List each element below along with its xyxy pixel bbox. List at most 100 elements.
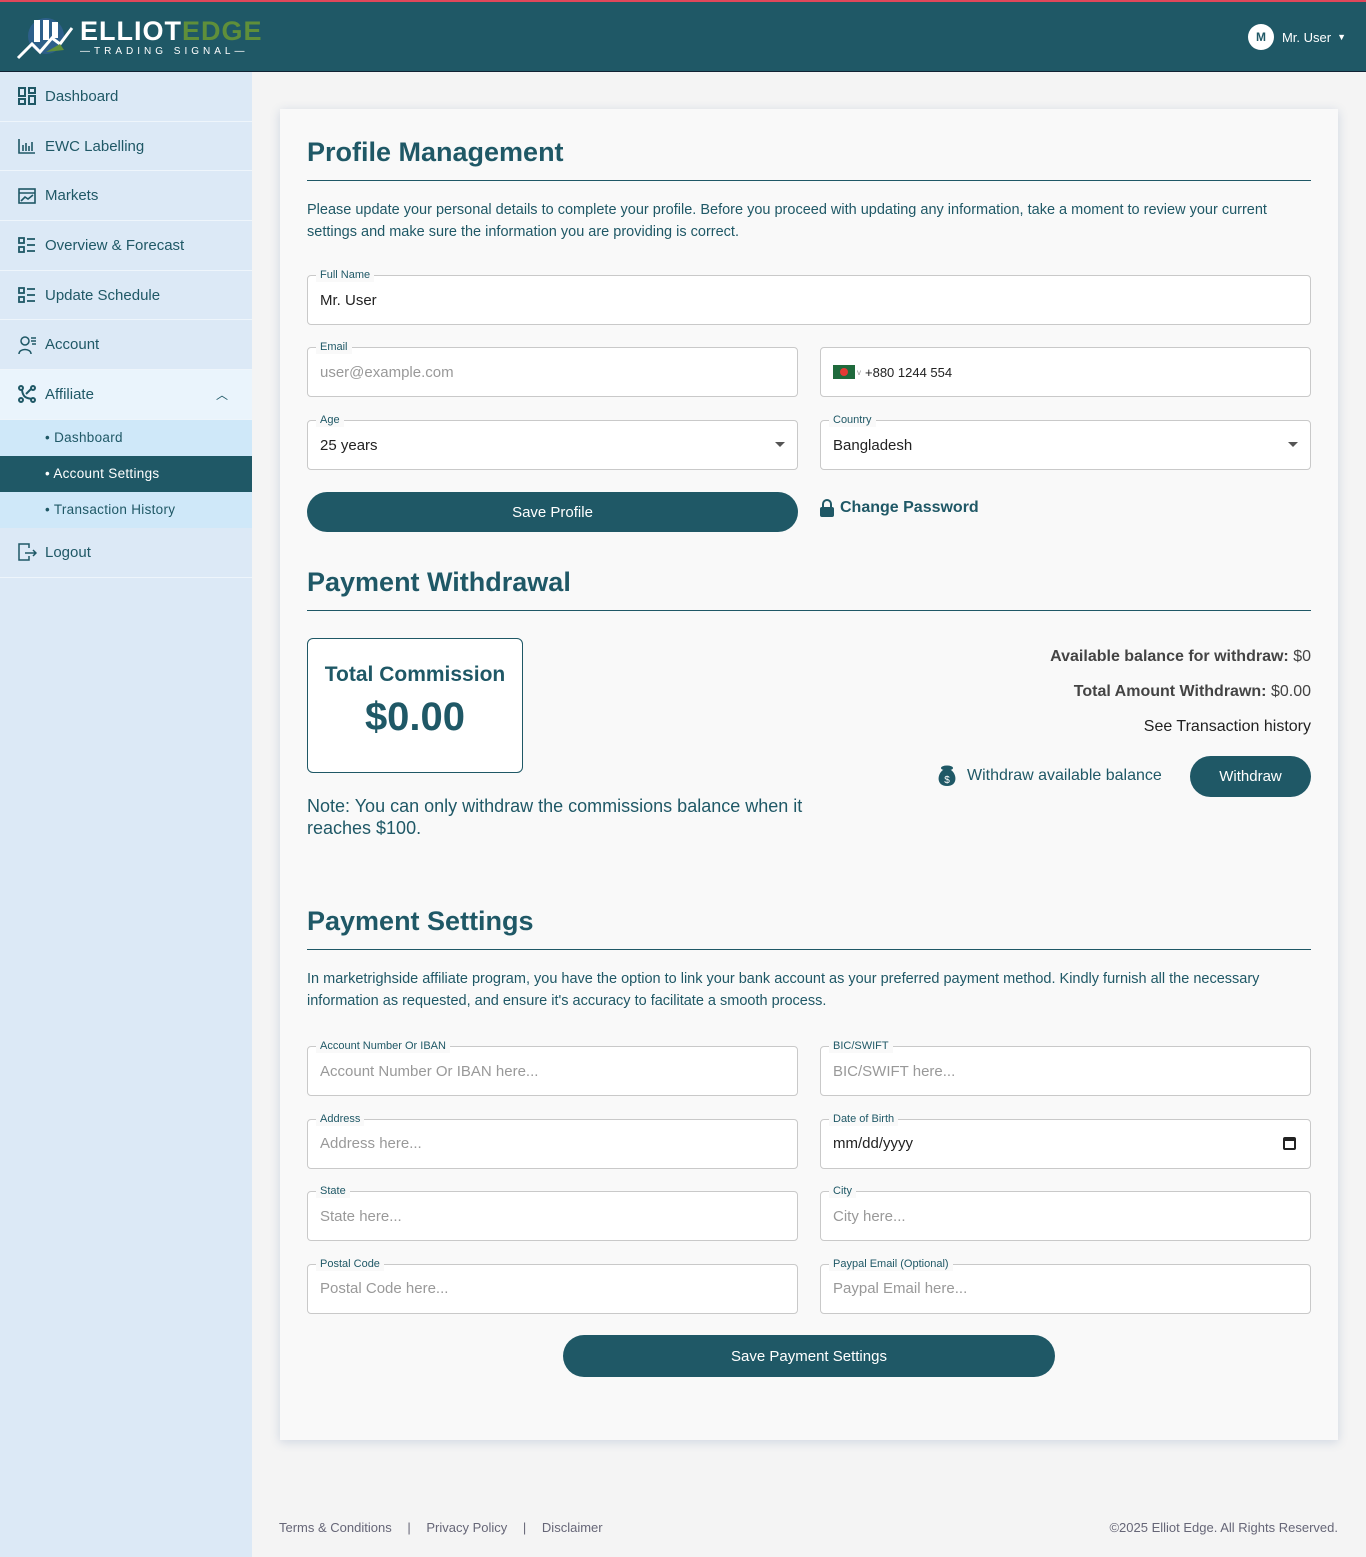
top-bar: ELLIOTEDGE —TRADING SIGNAL— M Mr. User ▼ bbox=[0, 0, 1366, 72]
field-label: Postal Code bbox=[316, 1256, 384, 1271]
field-placeholder: Paypal Email here... bbox=[833, 1280, 968, 1297]
change-password-label: Change Password bbox=[840, 499, 979, 516]
commission-label: Total Commission bbox=[324, 663, 506, 686]
field-value: +880 1244 554 bbox=[865, 364, 953, 380]
calendar-icon[interactable] bbox=[1283, 1136, 1296, 1150]
available-label: Available balance for withdraw: bbox=[1050, 648, 1289, 665]
field-label: Email bbox=[316, 340, 352, 354]
change-password-link[interactable]: Change Password bbox=[820, 499, 979, 517]
sidebar: Dashboard EWC Labelling Markets Overview… bbox=[0, 72, 252, 1557]
footer-links: Terms & Conditions | Privacy Policy | Di… bbox=[279, 1520, 603, 1535]
save-profile-button[interactable]: Save Profile bbox=[307, 492, 798, 532]
lock-icon bbox=[820, 499, 834, 517]
sidebar-item-account[interactable]: Account bbox=[0, 320, 252, 371]
sidebar-item-label: Update Schedule bbox=[45, 286, 161, 304]
payment-field-address[interactable]: Address Address here... bbox=[307, 1111, 798, 1169]
affiliate-icon bbox=[18, 385, 36, 404]
email-field[interactable]: Email user@example.com bbox=[307, 340, 798, 397]
sidebar-sub-account-settings[interactable]: • Account Settings bbox=[0, 455, 252, 492]
phone-field[interactable]: v +880 1244 554 bbox=[820, 347, 1311, 397]
commission-value: $0.00 bbox=[364, 695, 466, 739]
full-name-field[interactable]: Full Name Mr. User bbox=[307, 268, 1311, 325]
field-label: City bbox=[829, 1184, 856, 1198]
field-value: 25 years bbox=[320, 436, 378, 454]
payment-settings-title: Payment Settings bbox=[307, 906, 1311, 950]
withdraw-button[interactable]: Withdraw bbox=[1190, 756, 1311, 797]
sidebar-item-label: Affiliate bbox=[45, 385, 94, 403]
transaction-history-link[interactable]: See Transaction history bbox=[1050, 709, 1311, 744]
list-icon bbox=[18, 237, 35, 254]
field-label: Age bbox=[316, 413, 344, 427]
user-menu[interactable]: M Mr. User ▼ bbox=[1247, 24, 1346, 50]
logo-text: ELLIOT bbox=[80, 16, 182, 46]
profile-description: Please update your personal details to c… bbox=[307, 202, 1267, 240]
field-value: Mr. User bbox=[320, 291, 377, 309]
logo-tagline: —TRADING SIGNAL— bbox=[80, 46, 249, 57]
payment-field-date-of-birth[interactable]: Date of Birth mm/dd/yyyy bbox=[820, 1111, 1311, 1169]
payment-field-state[interactable]: State State here... bbox=[307, 1184, 798, 1241]
payment-field-bic-swift[interactable]: BIC/SWIFT BIC/SWIFT here... bbox=[820, 1039, 1311, 1096]
field-placeholder: Postal Code here... bbox=[320, 1280, 449, 1297]
sidebar-item-label: Overview & Forecast bbox=[45, 236, 185, 254]
terms-link[interactable]: Terms & Conditions bbox=[279, 1520, 392, 1535]
age-select[interactable]: Age 25 years bbox=[307, 413, 798, 470]
field-placeholder: Account Number Or IBAN here... bbox=[320, 1062, 539, 1080]
bangladesh-flag-icon[interactable] bbox=[833, 365, 855, 379]
caret-down-icon: ▼ bbox=[1337, 32, 1346, 42]
sidebar-sub-dashboard[interactable]: • Dashboard bbox=[0, 419, 252, 456]
save-payment-settings-button[interactable]: Save Payment Settings bbox=[563, 1335, 1055, 1377]
money-bag-icon: $ bbox=[938, 765, 956, 786]
logo[interactable]: ELLIOTEDGE —TRADING SIGNAL— bbox=[16, 14, 263, 60]
field-value: Bangladesh bbox=[833, 436, 913, 454]
sidebar-item-update-schedule[interactable]: Update Schedule bbox=[0, 271, 252, 321]
field-label: Paypal Email (Optional) bbox=[829, 1256, 953, 1271]
sidebar-item-label: Dashboard bbox=[45, 87, 119, 105]
markets-icon bbox=[18, 187, 36, 204]
chart-icon bbox=[18, 139, 35, 154]
withdraw-note: Note: You can only withdraw the commissi… bbox=[307, 796, 803, 838]
sidebar-item-label: Markets bbox=[45, 187, 99, 205]
payment-field-city[interactable]: City City here... bbox=[820, 1184, 1311, 1241]
disclaimer-link[interactable]: Disclaimer bbox=[542, 1520, 603, 1535]
available-value: $0 bbox=[1293, 648, 1311, 665]
sidebar-item-dashboard[interactable]: Dashboard bbox=[0, 72, 252, 122]
chevron-down-icon: v bbox=[857, 367, 861, 377]
payment-field-paypal-email-optional[interactable]: Paypal Email (Optional) Paypal Email here… bbox=[820, 1256, 1311, 1314]
sidebar-item-affiliate[interactable]: Affiliate ︿ bbox=[0, 370, 252, 420]
field-label: BIC/SWIFT bbox=[829, 1039, 893, 1053]
separator: | bbox=[522, 1520, 527, 1535]
user-icon bbox=[18, 336, 36, 354]
field-value: mm/dd/yyyy bbox=[833, 1135, 914, 1152]
field-label: Account Number Or IBAN bbox=[316, 1039, 450, 1053]
sidebar-item-overview-forecast[interactable]: Overview & Forecast bbox=[0, 221, 252, 271]
separator: | bbox=[407, 1520, 411, 1535]
field-label: Date of Birth bbox=[829, 1111, 899, 1126]
field-label: Address bbox=[316, 1111, 365, 1126]
field-label: Country bbox=[829, 413, 876, 427]
withdraw-text: Withdraw available balance bbox=[967, 767, 1162, 784]
commission-box: Total Commission $0.00 bbox=[307, 638, 523, 773]
caret-down-icon bbox=[775, 442, 785, 452]
chevron-up-icon: ︿ bbox=[215, 387, 228, 402]
payment-description: In marketrighside affiliate program, you… bbox=[307, 971, 1260, 1009]
caret-down-icon bbox=[1288, 442, 1298, 452]
sidebar-item-label: EWC Labelling bbox=[45, 137, 145, 155]
logo-icon bbox=[16, 18, 74, 60]
sidebar-item-label: Account bbox=[45, 336, 100, 354]
list-icon bbox=[18, 287, 35, 303]
sidebar-item-label: Logout bbox=[45, 543, 91, 561]
user-name: Mr. User bbox=[1281, 29, 1332, 45]
copyright: ©2025 Elliot Edge. All Rights Reserved. bbox=[1109, 1520, 1338, 1535]
sidebar-sub-transaction-history[interactable]: • Transaction History bbox=[0, 491, 252, 528]
logo-accent: EDGE bbox=[182, 16, 263, 46]
field-placeholder: Address here... bbox=[320, 1135, 422, 1152]
payment-field-postal-code[interactable]: Postal Code Postal Code here... bbox=[307, 1256, 798, 1314]
country-select[interactable]: Country Bangladesh bbox=[820, 413, 1311, 470]
dashboard-icon bbox=[18, 87, 36, 106]
profile-title: Profile Management bbox=[307, 137, 1311, 181]
privacy-link[interactable]: Privacy Policy bbox=[426, 1520, 507, 1535]
sidebar-item-ewc-labelling[interactable]: EWC Labelling bbox=[0, 122, 252, 172]
sidebar-item-logout[interactable]: Logout bbox=[0, 528, 252, 578]
sidebar-item-markets[interactable]: Markets bbox=[0, 171, 252, 222]
payment-field-account-number-or-iban[interactable]: Account Number Or IBAN Account Number Or … bbox=[307, 1039, 798, 1096]
